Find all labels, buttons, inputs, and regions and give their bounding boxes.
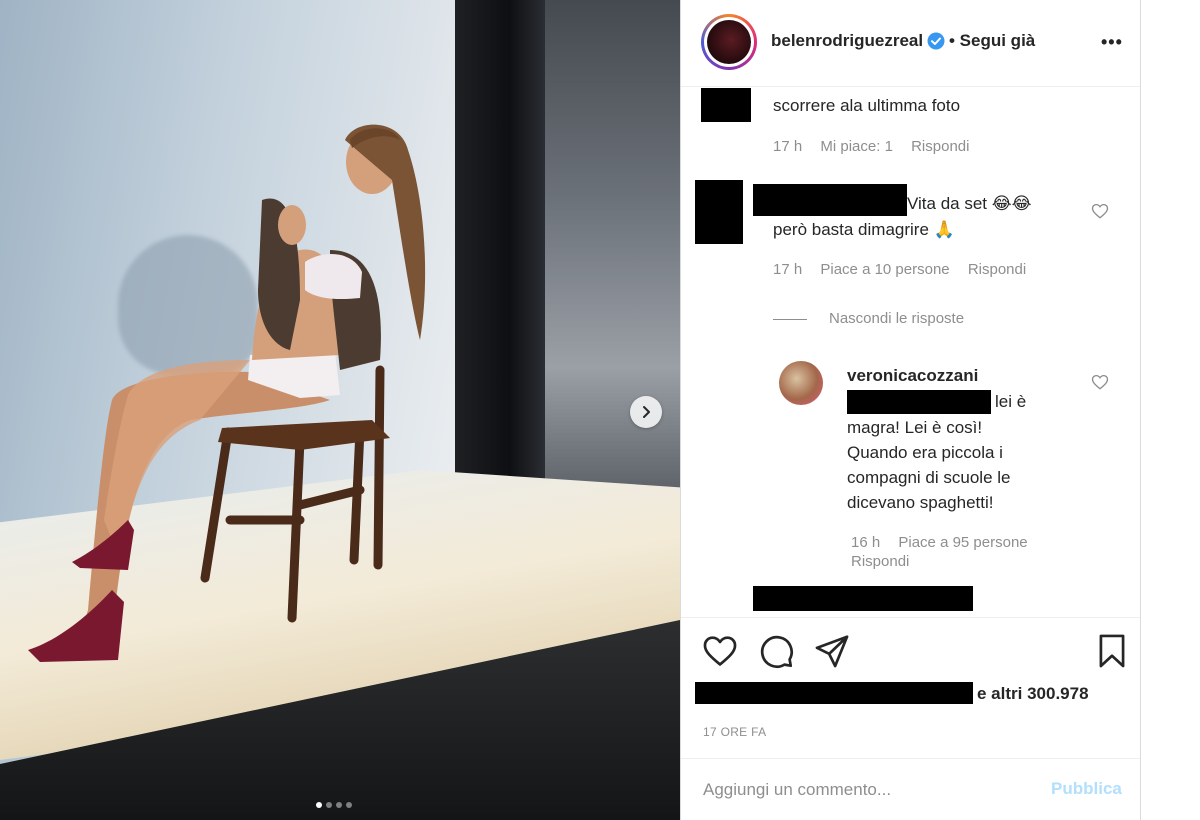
- reply-time: 16 h: [851, 534, 881, 551]
- reply-text-line: compagni di scuole le: [847, 468, 1011, 487]
- comments-list[interactable]: scorrere ala ultimma foto 17 h Mi piace:…: [681, 87, 1140, 615]
- add-comment-row: Pubblica: [681, 758, 1140, 819]
- comment-time: 17 h: [773, 261, 803, 278]
- reply-likes[interactable]: Piace a 95 persone: [898, 534, 1027, 551]
- reply-text-line: magra! Lei è così!: [847, 418, 983, 437]
- hide-replies-button[interactable]: Nascondi le risposte: [829, 310, 964, 327]
- comment-text-line: Vita da set 😂😂: [907, 194, 1032, 213]
- photo-figure: [28, 124, 426, 662]
- reply-text-line: dicevano spaghetti!: [847, 493, 994, 512]
- comment-time: 17 h: [773, 138, 803, 155]
- comment-likes[interactable]: Piace a 10 persone: [820, 261, 949, 278]
- publish-button[interactable]: Pubblica: [1051, 779, 1122, 799]
- comment-text: scorrere ala ultimma foto: [773, 96, 961, 115]
- avatar-inner: [704, 17, 754, 67]
- add-comment-input[interactable]: [701, 773, 1035, 807]
- reply-username[interactable]: veronicacozzani: [847, 363, 978, 388]
- heart-icon[interactable]: [701, 632, 739, 670]
- redacted-mention: [847, 390, 991, 414]
- reply-meta: 16 h Piace a 95 persone: [851, 534, 1042, 551]
- redacted-avatar: [701, 88, 751, 122]
- comment-likes[interactable]: Mi piace: 1: [820, 138, 893, 155]
- redacted-avatar: [695, 180, 743, 244]
- reply-like-heart-icon[interactable]: [1091, 373, 1109, 391]
- carousel-dot: [346, 802, 352, 808]
- verified-icon: [927, 32, 945, 50]
- comment-like-heart-icon[interactable]: [1091, 202, 1109, 220]
- comment-meta: 17 h Piace a 10 persone Rispondi: [773, 261, 1040, 278]
- bookmark-icon[interactable]: [1093, 632, 1131, 670]
- post-actions: e altri 300.978 17 ORE FA Pubblica: [681, 617, 1140, 818]
- post-header: belenrodriguezreal • Segui già •••: [681, 0, 1140, 87]
- likes-count[interactable]: e altri 300.978: [977, 684, 1089, 704]
- comment-icon[interactable]: [757, 632, 795, 670]
- post-username[interactable]: belenrodriguezreal: [771, 31, 923, 51]
- post-side-panel: belenrodriguezreal • Segui già ••• scorr…: [681, 0, 1141, 820]
- redacted-username: [753, 184, 907, 216]
- redacted-likers: [695, 682, 973, 704]
- share-icon[interactable]: [813, 632, 851, 670]
- carousel-dots: [316, 802, 352, 808]
- post-time-ago[interactable]: 17 ORE FA: [703, 725, 766, 739]
- next-slide-button[interactable]: [630, 396, 662, 428]
- more-options-icon[interactable]: •••: [1101, 32, 1123, 53]
- redacted-username: [753, 586, 973, 611]
- chevron-right-icon: [643, 406, 650, 418]
- avatar-image: [707, 20, 751, 64]
- reply-avatar[interactable]: [779, 361, 823, 405]
- carousel-dot: [316, 802, 322, 808]
- carousel-dot: [336, 802, 342, 808]
- reply-button[interactable]: Rispondi: [851, 553, 909, 570]
- comment-text-line: però basta dimagrire 🙏: [773, 220, 955, 239]
- post-photo[interactable]: [0, 0, 680, 820]
- reply-text-line: Quando era piccola i: [847, 443, 1003, 462]
- comment-meta: 17 h Mi piace: 1 Rispondi: [773, 138, 983, 155]
- follow-button[interactable]: • Segui già: [949, 31, 1035, 51]
- reply-button[interactable]: Rispondi: [968, 261, 1026, 278]
- carousel-dot: [326, 802, 332, 808]
- reply-text-line: lei è: [995, 392, 1027, 411]
- avatar[interactable]: [701, 14, 757, 70]
- replies-line: [773, 319, 807, 320]
- reply-button[interactable]: Rispondi: [911, 138, 969, 155]
